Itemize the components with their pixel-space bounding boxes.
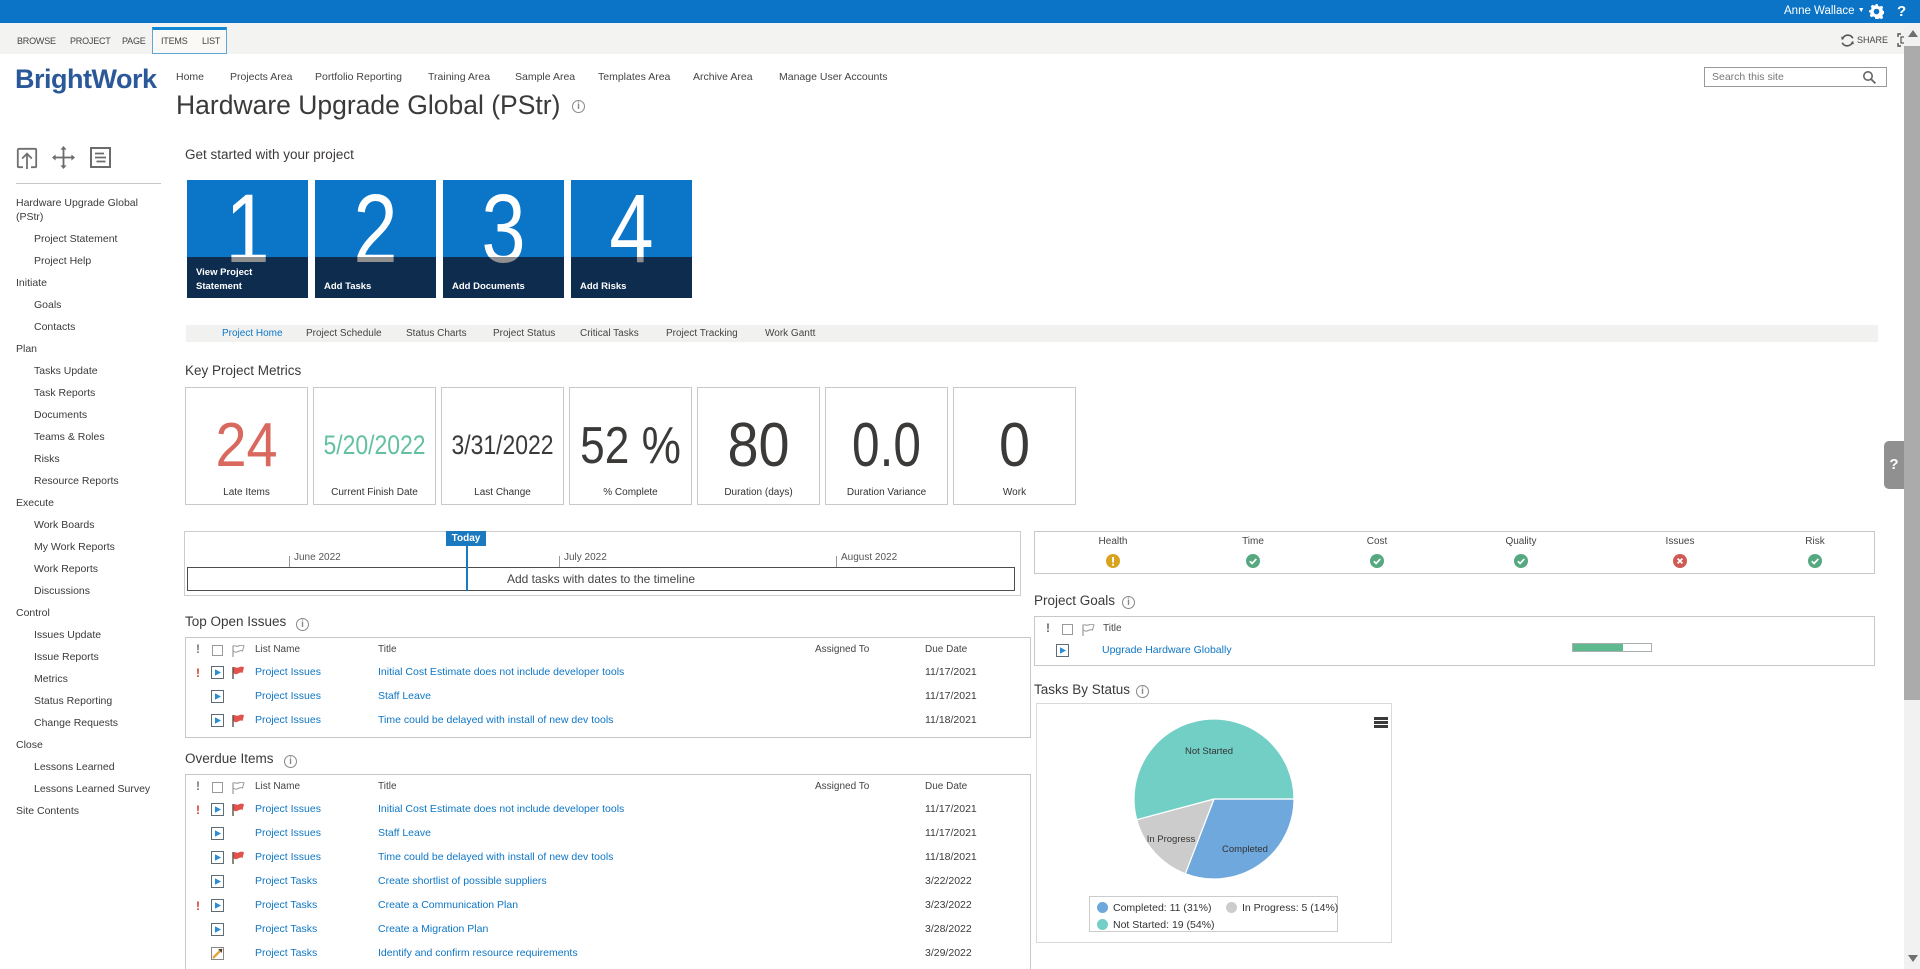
svg-text:Completed: Completed <box>1222 844 1268 855</box>
svg-text:Not Started: Not Started <box>1185 746 1233 757</box>
svg-text:In Progress: In Progress <box>1147 834 1196 845</box>
